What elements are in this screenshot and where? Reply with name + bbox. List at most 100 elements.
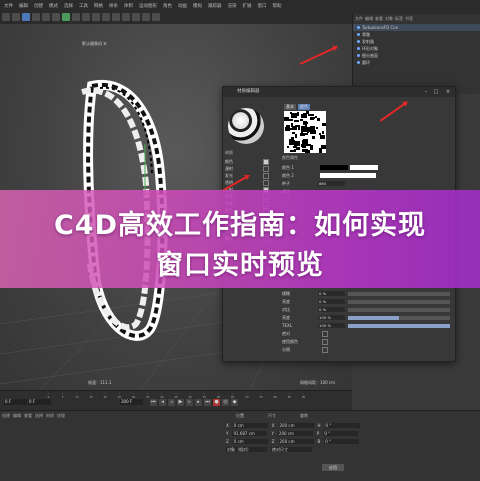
cloner-icon[interactable] [112, 13, 120, 21]
blur-field[interactable]: 0 % [318, 291, 345, 296]
redo-icon[interactable] [12, 13, 20, 21]
menu-item[interactable]: 帮助 [271, 2, 284, 12]
object-row[interactable]: 环形对象 [353, 45, 480, 52]
auto-key-icon[interactable]: ◎ [222, 399, 229, 406]
close-icon[interactable]: × [445, 89, 451, 95]
size-field[interactable]: 200 cm [277, 430, 313, 436]
menu-item[interactable]: 编辑 [17, 2, 30, 12]
scale-icon[interactable] [42, 13, 50, 21]
menu-item[interactable]: 文件 [2, 2, 15, 12]
texel-field[interactable]: 100 % [318, 323, 345, 328]
object-row[interactable]: 圆环 [353, 59, 480, 66]
size-mode-select[interactable]: 绝对尺寸 [271, 446, 312, 452]
menu-item[interactable]: 网格 [92, 2, 105, 12]
channel-checkbox[interactable] [263, 158, 269, 165]
subdivision-icon[interactable] [102, 13, 110, 21]
contrast-field[interactable]: 0 % [318, 307, 345, 312]
menu-item[interactable]: 窗口 [256, 2, 269, 12]
record-icon[interactable]: ● [213, 399, 220, 406]
deformer-icon[interactable] [122, 13, 130, 21]
menu-item[interactable]: 模拟 [191, 2, 204, 12]
select-icon[interactable] [22, 13, 30, 21]
position-field[interactable]: 91.687 cm [232, 430, 268, 436]
abs-checkbox[interactable] [322, 330, 328, 337]
color2-swatch[interactable] [320, 173, 376, 178]
undo-icon[interactable] [2, 13, 10, 21]
render-settings-icon[interactable] [72, 13, 80, 21]
dialog-titlebar[interactable]: 材质编辑器 – □ × [223, 87, 455, 97]
menu-item[interactable]: 运动图形 [137, 2, 159, 12]
prev-frame-icon[interactable]: ◃ [168, 399, 175, 406]
channel-row[interactable]: 颜色 [223, 158, 275, 165]
tab-color[interactable]: 颜色 [298, 104, 310, 110]
menu-item[interactable]: 样条 [107, 2, 120, 12]
menu-item[interactable]: 角色 [161, 2, 174, 12]
color1-swatch[interactable] [320, 165, 348, 170]
first-frame-icon[interactable]: ⏮ [150, 399, 157, 406]
object-row[interactable]: 发射器 [353, 38, 480, 45]
object-manager-menu-item[interactable]: 对象 [385, 16, 393, 22]
channel-checkbox[interactable] [263, 165, 269, 172]
texel-slider[interactable] [348, 323, 450, 328]
menu-item[interactable]: 创建 [32, 2, 45, 12]
cube-icon[interactable] [82, 13, 90, 21]
coordinate-mode-select[interactable]: 对象（相对） [226, 446, 267, 452]
rotate-icon[interactable] [52, 13, 60, 21]
pen-icon[interactable] [92, 13, 100, 21]
play-icon[interactable]: ▶ [177, 399, 184, 406]
object-manager-menu-item[interactable]: 书签 [405, 16, 413, 22]
size-field[interactable]: 200 cm [278, 422, 314, 428]
brightness-slider[interactable] [348, 299, 450, 304]
size-field[interactable]: 200 cm [278, 438, 314, 444]
frame-end-field[interactable]: 300 F [120, 399, 143, 405]
channel-checkbox[interactable] [263, 172, 269, 179]
last-frame-icon[interactable]: ⏭ [204, 399, 211, 406]
object-row[interactable]: 细分曲面 [353, 52, 480, 59]
object-manager-menu-item[interactable]: 标签 [395, 16, 403, 22]
menu-item[interactable]: 模式 [47, 2, 60, 12]
alpha-slider[interactable] [348, 315, 450, 320]
material-manager-menu-item[interactable]: 材质 [46, 413, 54, 419]
material-manager-menu-item[interactable]: 编辑 [13, 413, 21, 419]
material-manager-menu-item[interactable]: 查看 [24, 413, 32, 419]
apply-button[interactable]: 应用 [322, 464, 344, 471]
next-frame-icon[interactable]: ▹ [186, 399, 193, 406]
maximize-icon[interactable]: □ [433, 89, 439, 95]
menu-item[interactable]: 选择 [62, 2, 75, 12]
menu-item[interactable]: 动画 [176, 2, 189, 12]
next-key-icon[interactable]: ▸ [195, 399, 202, 406]
frame-current-field[interactable]: 0 F [28, 399, 51, 405]
material-manager-menu-item[interactable]: 纹理 [57, 413, 65, 419]
rotation-field[interactable]: 0 ° [323, 430, 359, 436]
material-manager-menu-item[interactable]: 选择 [35, 413, 43, 419]
camera-icon[interactable] [142, 13, 150, 21]
position-field[interactable]: 0 cm [232, 422, 268, 428]
seed-field[interactable]: 665 [318, 181, 345, 186]
contrast-slider[interactable] [348, 307, 450, 312]
menu-item[interactable]: 跟踪器 [206, 2, 224, 12]
menu-item[interactable]: 渲染 [226, 2, 239, 12]
menu-item[interactable]: 工具 [77, 2, 90, 12]
opt2-checkbox[interactable] [322, 346, 328, 353]
tab-basic[interactable]: 基本 [284, 104, 296, 110]
floor-icon[interactable] [132, 13, 140, 21]
alpha-field[interactable]: 100 % [318, 315, 345, 320]
position-field[interactable]: 0 cm [232, 438, 268, 444]
menu-item[interactable]: 体积 [122, 2, 135, 12]
object-row[interactable]: TurbulenceFD Con [353, 24, 480, 31]
object-manager-menu-item[interactable]: 查看 [375, 16, 383, 22]
blur-slider[interactable] [348, 291, 450, 296]
menu-item[interactable]: 扩展 [241, 2, 254, 12]
rotation-field[interactable]: 0 ° [324, 438, 360, 444]
move-icon[interactable] [32, 13, 40, 21]
brightness-field[interactable]: 0 % [318, 299, 345, 304]
material-manager-menu-item[interactable]: 创建 [2, 413, 10, 419]
light-icon[interactable] [152, 13, 160, 21]
frame-start-field[interactable]: 0 F [4, 399, 27, 405]
object-row[interactable]: 骨骼 [353, 31, 480, 38]
opt1-checkbox[interactable] [322, 338, 328, 345]
object-manager-menu-item[interactable]: 编辑 [365, 16, 373, 22]
render-icon[interactable] [62, 13, 70, 21]
channel-checkbox[interactable] [263, 179, 269, 186]
minimize-icon[interactable]: – [423, 89, 429, 95]
